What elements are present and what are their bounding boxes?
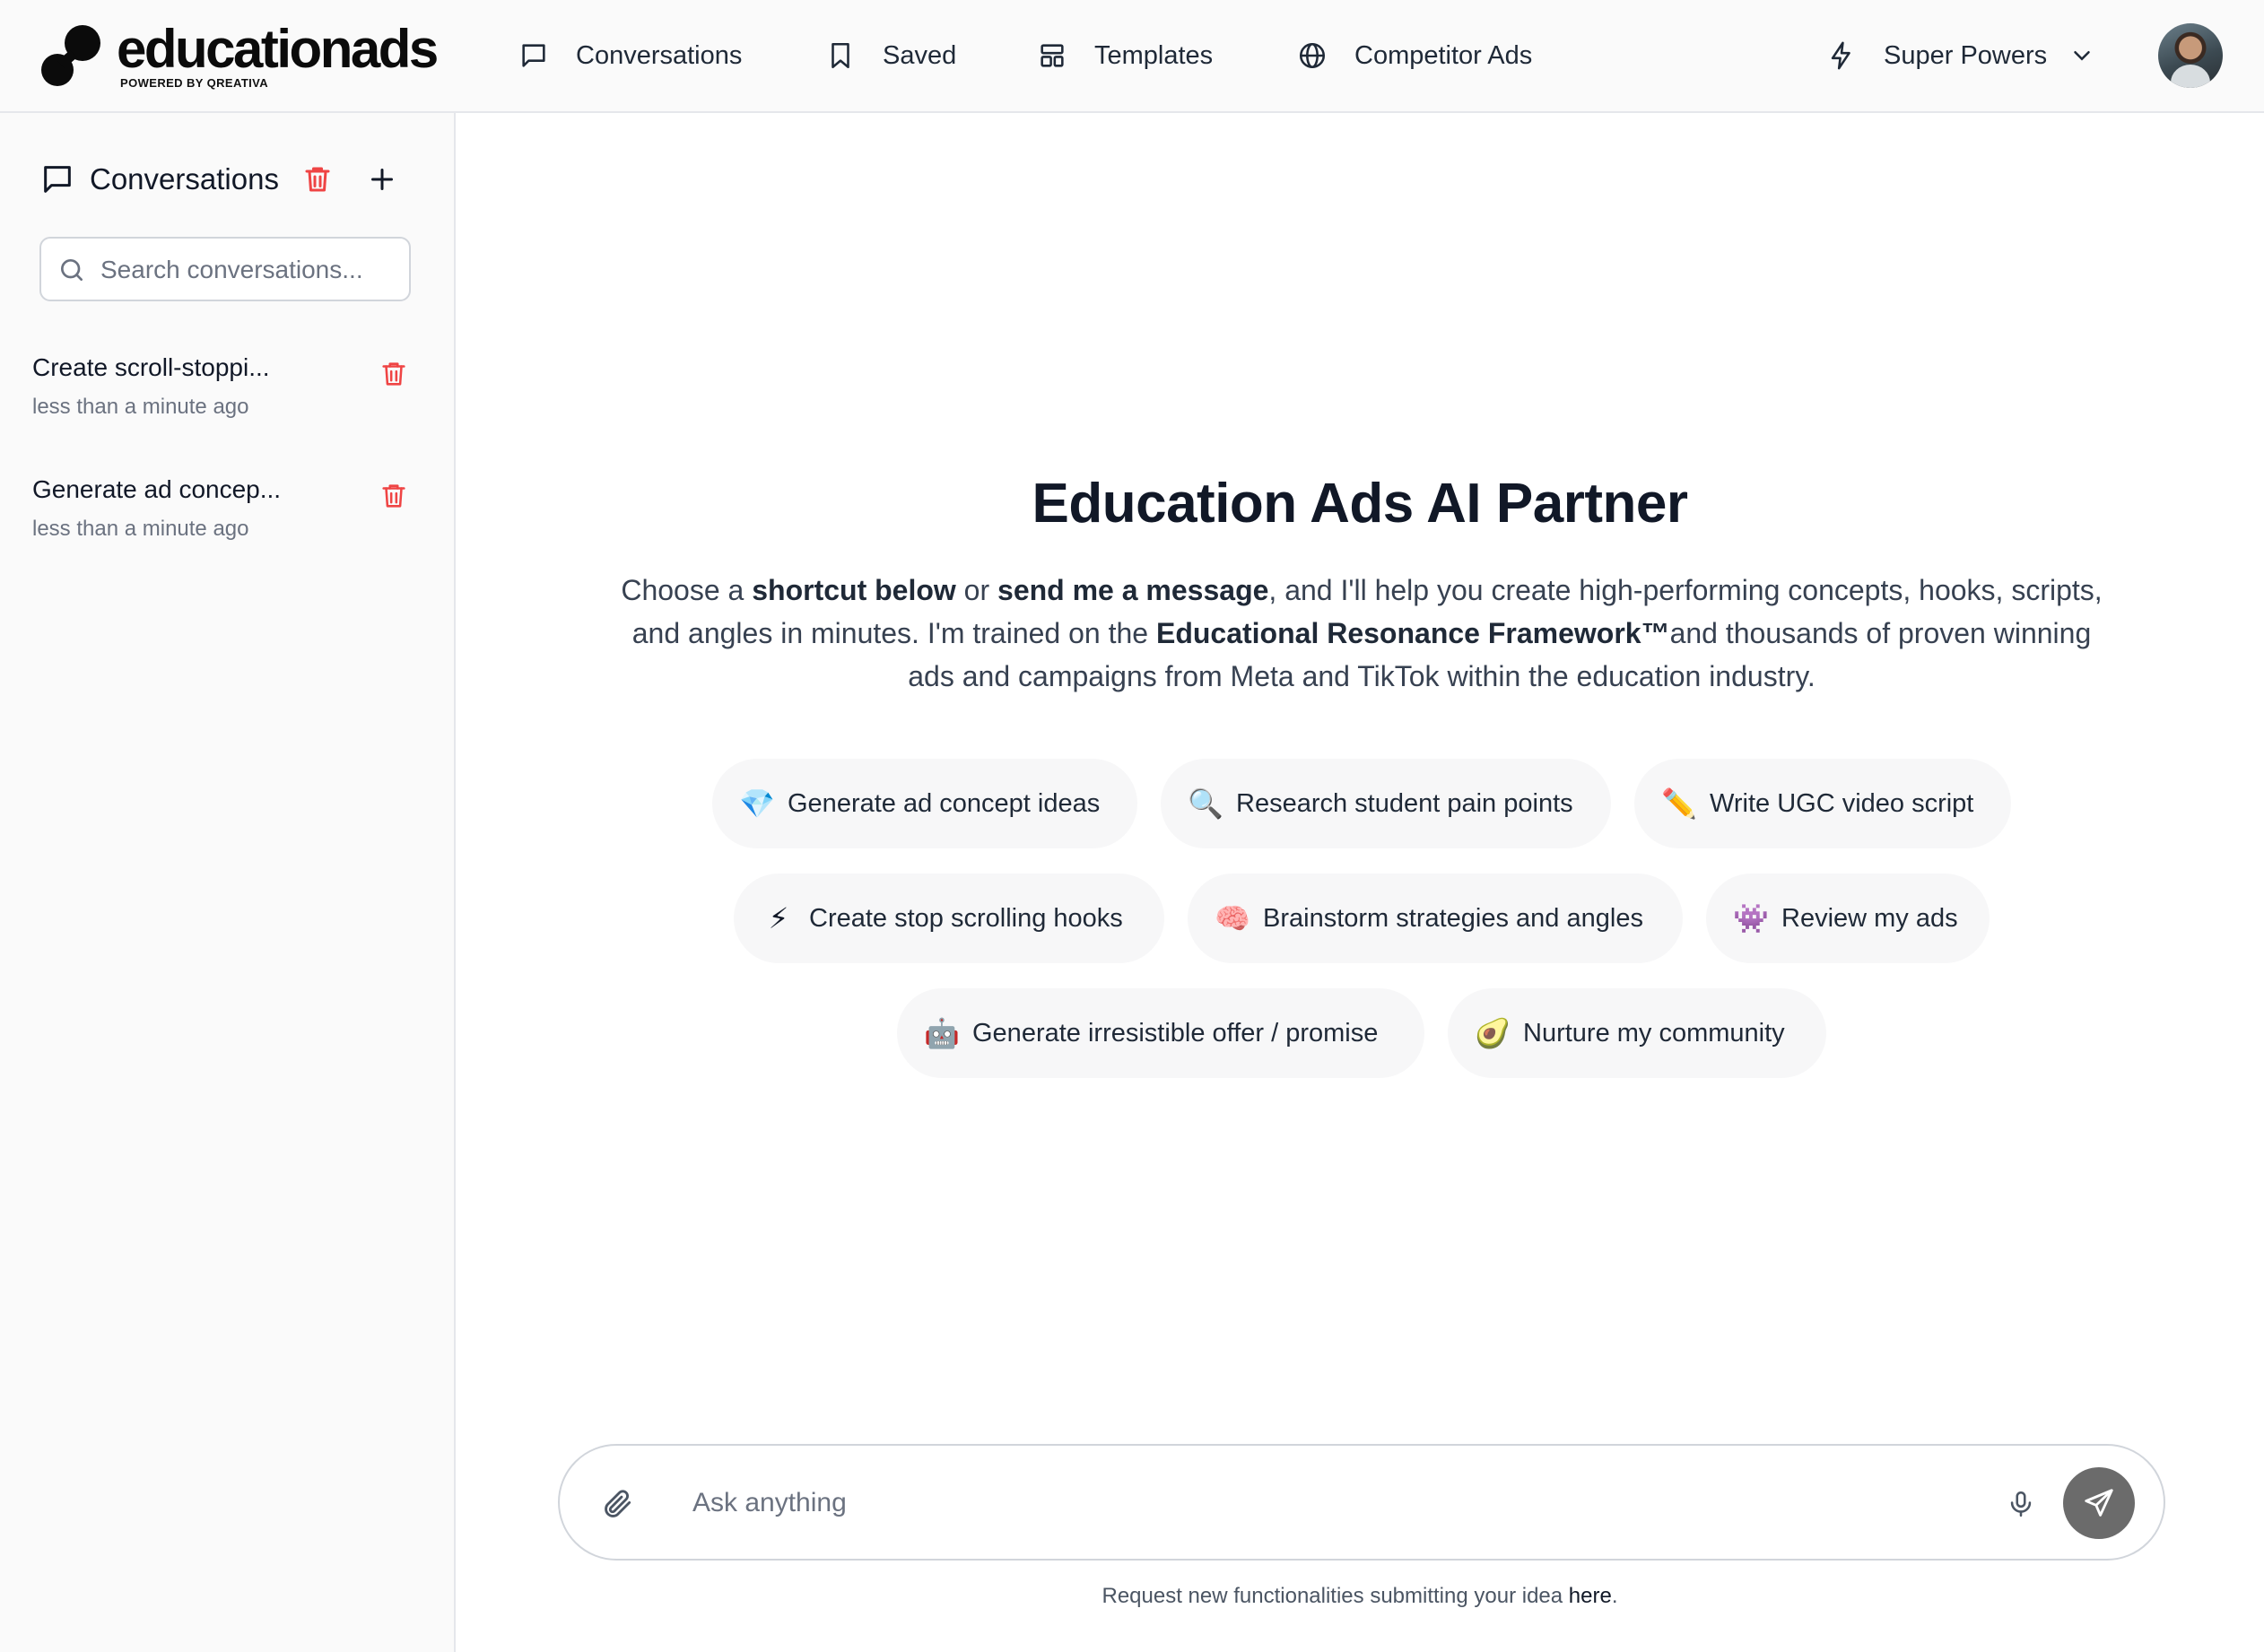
magnifier-icon: 🔍 bbox=[1188, 787, 1223, 820]
shortcut-label: Review my ads bbox=[1781, 903, 1958, 933]
conversation-title: Create scroll-stoppi... bbox=[32, 353, 270, 381]
nav-label: Conversations bbox=[576, 40, 743, 70]
conversation-time: less than a minute ago bbox=[32, 395, 249, 419]
user-avatar[interactable] bbox=[2158, 23, 2223, 88]
super-powers-label: Super Powers bbox=[1884, 40, 2048, 70]
shortcut-label: Create stop scrolling hooks bbox=[809, 903, 1123, 933]
send-button[interactable] bbox=[2063, 1467, 2135, 1539]
bookmark-icon bbox=[832, 42, 849, 69]
chevron-down-icon bbox=[2074, 51, 2090, 61]
feedback-note: Request new functionalities submitting y… bbox=[456, 1584, 2264, 1609]
page-title: Education Ads AI Partner bbox=[1032, 473, 1688, 535]
hero-description: Choose a shortcut below or send me a mes… bbox=[619, 569, 2104, 698]
chat-bubble-icon bbox=[44, 166, 71, 193]
shortcut-chip[interactable]: ⚡ Create stop scrolling hooks bbox=[734, 874, 1164, 963]
desc-text: or bbox=[955, 574, 998, 606]
feedback-link[interactable]: here bbox=[1569, 1584, 1612, 1608]
shortcut-label: Research student pain points bbox=[1236, 788, 1573, 818]
brain-icon: 🧠 bbox=[1215, 902, 1250, 935]
shortcut-label: Generate ad concept ideas bbox=[788, 788, 1101, 818]
brand-tagline: POWERED BY QREATIVA bbox=[120, 75, 269, 90]
robot-icon: 🤖 bbox=[924, 1017, 960, 1049]
conversation-time: less than a minute ago bbox=[32, 517, 249, 541]
super-powers-dropdown[interactable]: Super Powers bbox=[1826, 0, 2095, 111]
conversation-title: Generate ad concep... bbox=[32, 475, 282, 503]
sidebar-title: Conversations bbox=[90, 162, 279, 196]
sidebar: Conversations Create scroll-stoppi... le… bbox=[0, 113, 456, 1652]
brand-name: educationads bbox=[117, 18, 439, 79]
desc-bold: shortcut below bbox=[752, 574, 956, 606]
lightning-icon: ⚡ bbox=[768, 902, 789, 935]
search-icon bbox=[61, 259, 83, 281]
shortcut-chip[interactable]: 👾 Review my ads bbox=[1706, 874, 1990, 963]
microphone-icon[interactable] bbox=[2006, 1489, 2036, 1519]
search-input[interactable] bbox=[99, 239, 398, 301]
shortcut-chip[interactable]: 🔍 Research student pain points bbox=[1161, 759, 1611, 848]
shortcut-label: Write UGC video script bbox=[1710, 788, 1974, 818]
nav-label: Competitor Ads bbox=[1354, 40, 1533, 70]
nav-label: Saved bbox=[883, 40, 957, 70]
chat-bubble-icon bbox=[522, 44, 545, 67]
pencil-icon: ✏️ bbox=[1661, 787, 1697, 820]
layout-template-icon bbox=[1041, 44, 1064, 67]
brand-logo[interactable]: educationads POWERED BY QREATIVA bbox=[38, 18, 439, 91]
avocado-icon: 🥑 bbox=[1475, 1017, 1511, 1049]
nav-competitor-ads[interactable]: Competitor Ads bbox=[1297, 0, 1532, 111]
nav-saved[interactable]: Saved bbox=[825, 0, 956, 111]
send-icon bbox=[2085, 1489, 2113, 1517]
shortcut-chip[interactable]: 🤖 Generate irresistible offer / promise bbox=[897, 988, 1424, 1078]
top-bar: educationads POWERED BY QREATIVA Convers… bbox=[0, 0, 2264, 113]
feedback-text: Request new functionalities submitting y… bbox=[1102, 1584, 1569, 1608]
message-input[interactable] bbox=[691, 1473, 2004, 1534]
globe-icon bbox=[1299, 42, 1326, 69]
diamond-icon: 💎 bbox=[739, 787, 775, 820]
shortcut-label: Generate irresistible offer / promise bbox=[972, 1018, 1379, 1048]
shortcut-chip[interactable]: 🥑 Nurture my community bbox=[1448, 988, 1826, 1078]
conversation-item[interactable]: Create scroll-stoppi... less than a minu… bbox=[32, 353, 427, 452]
nav-templates[interactable]: Templates bbox=[1037, 0, 1213, 111]
shortcut-label: Brainstorm strategies and angles bbox=[1263, 903, 1643, 933]
feedback-end: . bbox=[1611, 1584, 1618, 1608]
delete-conversation-trash-icon[interactable] bbox=[379, 359, 409, 389]
sidebar-header: Conversations bbox=[39, 158, 279, 201]
desc-bold: Educational Resonance Framework™ bbox=[1155, 617, 1670, 649]
nav-label: Templates bbox=[1094, 40, 1214, 70]
delete-conversation-trash-icon[interactable] bbox=[379, 481, 409, 511]
message-composer bbox=[558, 1444, 2165, 1561]
alien-monster-icon: 👾 bbox=[1733, 902, 1769, 935]
logo-mark-icon bbox=[41, 25, 100, 86]
shortcut-chip[interactable]: 🧠 Brainstorm strategies and angles bbox=[1188, 874, 1683, 963]
new-conversation-plus-icon[interactable] bbox=[366, 163, 398, 196]
conversation-item[interactable]: Generate ad concep... less than a minute… bbox=[32, 475, 427, 574]
shortcut-label: Nurture my community bbox=[1523, 1018, 1785, 1048]
desc-text: Choose a bbox=[621, 574, 753, 606]
shortcut-chip[interactable]: 💎 Generate ad concept ideas bbox=[712, 759, 1137, 848]
nav-conversations[interactable]: Conversations bbox=[518, 0, 742, 111]
desc-bold: send me a message bbox=[997, 574, 1269, 606]
conversation-search bbox=[39, 237, 411, 301]
shortcut-chip[interactable]: ✏️ Write UGC video script bbox=[1634, 759, 2011, 848]
delete-all-trash-icon[interactable] bbox=[301, 163, 334, 196]
lightning-icon bbox=[1831, 41, 1850, 70]
paperclip-icon[interactable] bbox=[601, 1487, 635, 1521]
